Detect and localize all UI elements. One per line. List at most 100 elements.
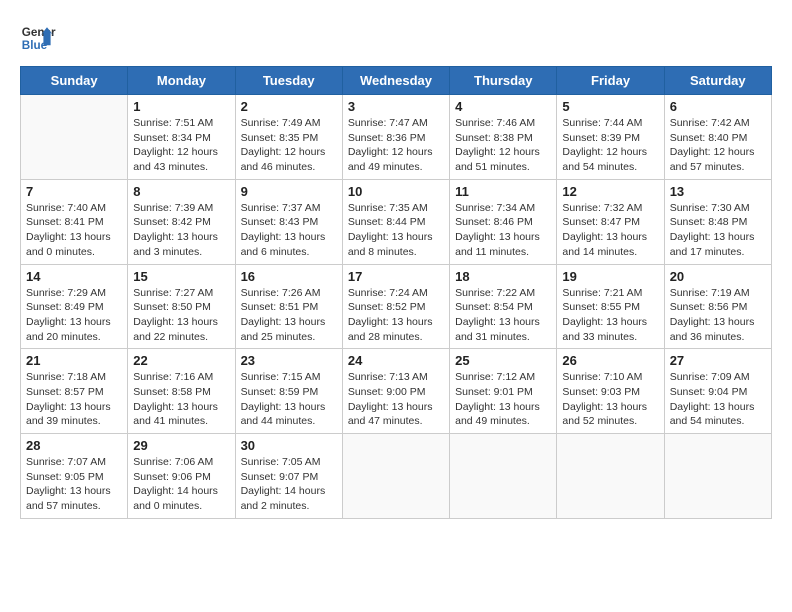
day-number: 9 (241, 184, 337, 199)
day-number: 6 (670, 99, 766, 114)
day-info: Sunrise: 7:26 AM Sunset: 8:51 PM Dayligh… (241, 286, 337, 345)
day-number: 1 (133, 99, 229, 114)
calendar-cell: 4 Sunrise: 7:46 AM Sunset: 8:38 PM Daylig… (450, 95, 557, 180)
calendar-cell: 22Sunrise: 7:16 AM Sunset: 8:58 PM Dayli… (128, 349, 235, 434)
day-number: 18 (455, 269, 551, 284)
day-info: Sunrise: 7:27 AM Sunset: 8:50 PM Dayligh… (133, 286, 229, 345)
day-info: Sunrise: 7:21 AM Sunset: 8:55 PM Dayligh… (562, 286, 658, 345)
day-number: 20 (670, 269, 766, 284)
day-number: 29 (133, 438, 229, 453)
calendar-cell: 24 Sunrise: 7:13 AM Sunset: 9:00 PM Dayli… (342, 349, 449, 434)
day-info: Sunrise: 7:49 AM Sunset: 8:35 PM Dayligh… (241, 116, 337, 175)
day-number: 4 (455, 99, 551, 114)
day-info: Sunrise: 7:13 AM Sunset: 9:00 PM Dayligh… (348, 370, 444, 429)
day-info: Sunrise: 7:06 AM Sunset: 9:06 PM Dayligh… (133, 455, 229, 514)
day-number: 27 (670, 353, 766, 368)
calendar-cell: 9Sunrise: 7:37 AM Sunset: 8:43 PM Daylig… (235, 179, 342, 264)
calendar-cell: 5Sunrise: 7:44 AM Sunset: 8:39 PM Daylig… (557, 95, 664, 180)
calendar-cell: 19Sunrise: 7:21 AM Sunset: 8:55 PM Dayli… (557, 264, 664, 349)
day-number: 23 (241, 353, 337, 368)
day-number: 12 (562, 184, 658, 199)
week-row-3: 14 Sunrise: 7:29 AM Sunset: 8:49 PM Dayli… (21, 264, 772, 349)
calendar-cell: 23 Sunrise: 7:15 AM Sunset: 8:59 PM Dayli… (235, 349, 342, 434)
calendar-cell: 30 Sunrise: 7:05 AM Sunset: 9:07 PM Dayli… (235, 434, 342, 519)
day-number: 15 (133, 269, 229, 284)
day-number: 10 (348, 184, 444, 199)
day-info: Sunrise: 7:05 AM Sunset: 9:07 PM Dayligh… (241, 455, 337, 514)
calendar-cell: 6 Sunrise: 7:42 AM Sunset: 8:40 PM Daylig… (664, 95, 771, 180)
day-info: Sunrise: 7:46 AM Sunset: 8:38 PM Dayligh… (455, 116, 551, 175)
weekday-header-thursday: Thursday (450, 67, 557, 95)
calendar-table: SundayMondayTuesdayWednesdayThursdayFrid… (20, 66, 772, 519)
day-info: Sunrise: 7:32 AM Sunset: 8:47 PM Dayligh… (562, 201, 658, 260)
day-info: Sunrise: 7:19 AM Sunset: 8:56 PM Dayligh… (670, 286, 766, 345)
week-row-1: 1 Sunrise: 7:51 AM Sunset: 8:34 PM Daylig… (21, 95, 772, 180)
day-info: Sunrise: 7:22 AM Sunset: 8:54 PM Dayligh… (455, 286, 551, 345)
day-number: 25 (455, 353, 551, 368)
day-number: 28 (26, 438, 122, 453)
calendar-cell: 13 Sunrise: 7:30 AM Sunset: 8:48 PM Dayli… (664, 179, 771, 264)
week-row-5: 28 Sunrise: 7:07 AM Sunset: 9:05 PM Dayli… (21, 434, 772, 519)
day-number: 30 (241, 438, 337, 453)
day-info: Sunrise: 7:42 AM Sunset: 8:40 PM Dayligh… (670, 116, 766, 175)
day-info: Sunrise: 7:39 AM Sunset: 8:42 PM Dayligh… (133, 201, 229, 260)
day-info: Sunrise: 7:30 AM Sunset: 8:48 PM Dayligh… (670, 201, 766, 260)
day-number: 16 (241, 269, 337, 284)
calendar-cell: 14 Sunrise: 7:29 AM Sunset: 8:49 PM Dayli… (21, 264, 128, 349)
calendar-cell: 17 Sunrise: 7:24 AM Sunset: 8:52 PM Dayli… (342, 264, 449, 349)
week-row-2: 7 Sunrise: 7:40 AM Sunset: 8:41 PM Daylig… (21, 179, 772, 264)
calendar-cell: 29 Sunrise: 7:06 AM Sunset: 9:06 PM Dayli… (128, 434, 235, 519)
calendar-cell: 28 Sunrise: 7:07 AM Sunset: 9:05 PM Dayli… (21, 434, 128, 519)
day-info: Sunrise: 7:44 AM Sunset: 8:39 PM Dayligh… (562, 116, 658, 175)
calendar-cell (21, 95, 128, 180)
day-info: Sunrise: 7:09 AM Sunset: 9:04 PM Dayligh… (670, 370, 766, 429)
day-number: 22 (133, 353, 229, 368)
logo-icon: General Blue (20, 20, 56, 56)
calendar-cell: 1 Sunrise: 7:51 AM Sunset: 8:34 PM Daylig… (128, 95, 235, 180)
page-header: General Blue (20, 20, 772, 56)
day-info: Sunrise: 7:29 AM Sunset: 8:49 PM Dayligh… (26, 286, 122, 345)
day-number: 2 (241, 99, 337, 114)
calendar-cell: 10 Sunrise: 7:35 AM Sunset: 8:44 PM Dayli… (342, 179, 449, 264)
day-info: Sunrise: 7:07 AM Sunset: 9:05 PM Dayligh… (26, 455, 122, 514)
day-info: Sunrise: 7:24 AM Sunset: 8:52 PM Dayligh… (348, 286, 444, 345)
day-number: 21 (26, 353, 122, 368)
weekday-header-monday: Monday (128, 67, 235, 95)
day-number: 26 (562, 353, 658, 368)
day-info: Sunrise: 7:10 AM Sunset: 9:03 PM Dayligh… (562, 370, 658, 429)
day-number: 17 (348, 269, 444, 284)
calendar-cell: 2 Sunrise: 7:49 AM Sunset: 8:35 PM Daylig… (235, 95, 342, 180)
day-info: Sunrise: 7:47 AM Sunset: 8:36 PM Dayligh… (348, 116, 444, 175)
day-info: Sunrise: 7:35 AM Sunset: 8:44 PM Dayligh… (348, 201, 444, 260)
day-number: 11 (455, 184, 551, 199)
calendar-cell (664, 434, 771, 519)
day-info: Sunrise: 7:15 AM Sunset: 8:59 PM Dayligh… (241, 370, 337, 429)
calendar-cell: 21Sunrise: 7:18 AM Sunset: 8:57 PM Dayli… (21, 349, 128, 434)
logo: General Blue (20, 20, 56, 56)
day-number: 24 (348, 353, 444, 368)
weekday-header-sunday: Sunday (21, 67, 128, 95)
calendar-cell: 20 Sunrise: 7:19 AM Sunset: 8:56 PM Dayli… (664, 264, 771, 349)
day-number: 14 (26, 269, 122, 284)
calendar-cell: 27 Sunrise: 7:09 AM Sunset: 9:04 PM Dayli… (664, 349, 771, 434)
calendar-cell: 15 Sunrise: 7:27 AM Sunset: 8:50 PM Dayli… (128, 264, 235, 349)
weekday-header-friday: Friday (557, 67, 664, 95)
calendar-cell: 18 Sunrise: 7:22 AM Sunset: 8:54 PM Dayli… (450, 264, 557, 349)
calendar-cell: 26 Sunrise: 7:10 AM Sunset: 9:03 PM Dayli… (557, 349, 664, 434)
calendar-cell (557, 434, 664, 519)
day-info: Sunrise: 7:51 AM Sunset: 8:34 PM Dayligh… (133, 116, 229, 175)
weekday-header-saturday: Saturday (664, 67, 771, 95)
weekday-header-tuesday: Tuesday (235, 67, 342, 95)
calendar-cell (450, 434, 557, 519)
calendar-cell: 12 Sunrise: 7:32 AM Sunset: 8:47 PM Dayli… (557, 179, 664, 264)
day-info: Sunrise: 7:40 AM Sunset: 8:41 PM Dayligh… (26, 201, 122, 260)
calendar-cell: 8 Sunrise: 7:39 AM Sunset: 8:42 PM Daylig… (128, 179, 235, 264)
calendar-cell: 11 Sunrise: 7:34 AM Sunset: 8:46 PM Dayli… (450, 179, 557, 264)
day-number: 13 (670, 184, 766, 199)
day-number: 7 (26, 184, 122, 199)
day-number: 3 (348, 99, 444, 114)
calendar-cell: 25 Sunrise: 7:12 AM Sunset: 9:01 PM Dayli… (450, 349, 557, 434)
day-number: 8 (133, 184, 229, 199)
day-info: Sunrise: 7:12 AM Sunset: 9:01 PM Dayligh… (455, 370, 551, 429)
day-info: Sunrise: 7:34 AM Sunset: 8:46 PM Dayligh… (455, 201, 551, 260)
